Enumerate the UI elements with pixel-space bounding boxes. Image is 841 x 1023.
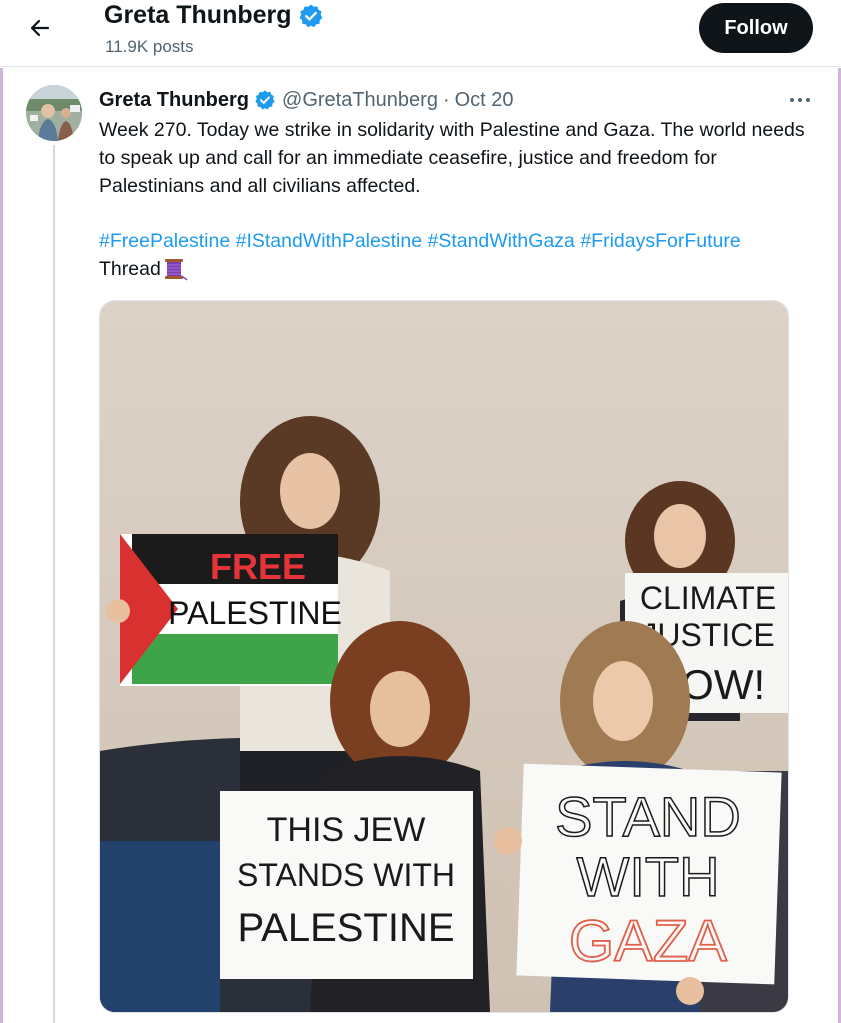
svg-text:PALESTINE: PALESTINE <box>168 595 342 631</box>
svg-text:GAZA: GAZA <box>569 909 727 974</box>
verified-badge-icon <box>299 4 322 27</box>
spool-of-thread-icon <box>164 259 188 281</box>
hashtag-link[interactable]: #IStandWithPalestine <box>236 230 422 252</box>
sign-free-palestine: FREE PALESTINE <box>120 534 342 686</box>
header-name: Greta Thunberg <box>104 1 292 29</box>
post-author-name[interactable]: Greta Thunberg <box>99 89 249 112</box>
svg-text:FREE: FREE <box>210 546 306 587</box>
hashtag-list: #FreePalestine #IStandWithPalestine #Sta… <box>99 227 741 255</box>
header-divider <box>0 66 841 67</box>
back-button[interactable] <box>22 10 58 46</box>
post-header: Greta Thunberg @GretaThunberg · Oct 20 <box>99 86 514 114</box>
arrow-left-icon <box>30 19 50 37</box>
post-photo[interactable]: FREE PALESTINE CLIMATE JUSTICE NOW! THIS… <box>99 300 789 1013</box>
posts-count: 11.9K posts <box>105 37 194 56</box>
verified-badge-icon <box>255 90 275 110</box>
post-separator: · <box>442 88 450 111</box>
sign-stand-with-gaza: STAND WITH GAZA <box>516 763 782 985</box>
sign-this-jew: THIS JEW STANDS WITH PALESTINE <box>220 791 473 979</box>
thread-label-row: Thread <box>99 255 188 283</box>
more-dots-icon <box>790 98 810 102</box>
svg-text:STANDS WITH: STANDS WITH <box>237 857 455 893</box>
post-text: Week 270. Today we strike in solidarity … <box>99 119 805 197</box>
hashtag-link[interactable]: #FreePalestine <box>99 230 230 252</box>
window-frame-left <box>0 0 3 1023</box>
thread-label: Thread <box>99 258 161 280</box>
svg-text:CLIMATE: CLIMATE <box>640 580 776 616</box>
photo-illustration: FREE PALESTINE CLIMATE JUSTICE NOW! THIS… <box>100 301 788 1012</box>
follow-button[interactable]: Follow <box>699 3 813 53</box>
svg-text:THIS JEW: THIS JEW <box>267 811 426 849</box>
header-title: Greta Thunberg <box>104 1 324 30</box>
hashtag-link[interactable]: #StandWithGaza <box>427 230 574 252</box>
more-options-button[interactable] <box>786 89 814 111</box>
hashtag-link[interactable]: #FridaysForFuture <box>580 230 740 252</box>
svg-text:STAND: STAND <box>555 785 741 848</box>
thread-connector-line <box>53 145 55 1023</box>
profile-header: Greta Thunberg 11.9K posts Follow <box>0 0 841 68</box>
post-author-handle[interactable]: @GretaThunberg <box>282 89 438 112</box>
svg-text:WITH: WITH <box>576 845 719 908</box>
post-date[interactable]: Oct 20 <box>455 89 514 112</box>
avatar[interactable] <box>26 85 82 141</box>
svg-text:PALESTINE: PALESTINE <box>237 906 454 950</box>
